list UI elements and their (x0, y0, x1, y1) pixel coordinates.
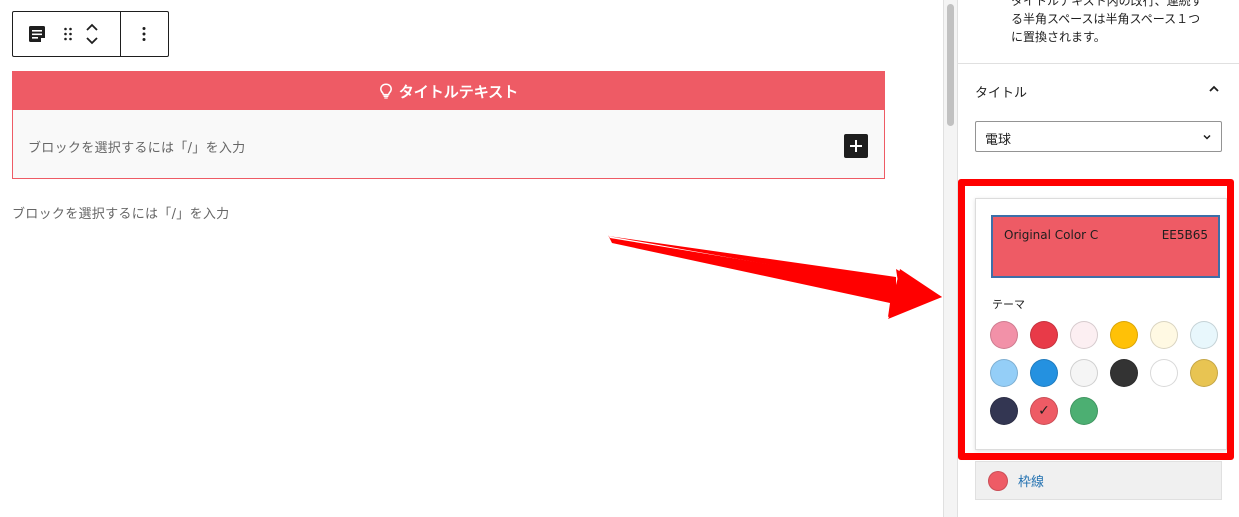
help-text-line: に置換されます。 (1011, 30, 1106, 44)
editor-scrollbar[interactable] (943, 0, 957, 517)
color-swatch[interactable] (1070, 321, 1098, 349)
color-swatch[interactable]: ✓ (1030, 397, 1058, 425)
current-color-hex: EE5B65 (1161, 228, 1208, 242)
check-icon: ✓ (1038, 403, 1050, 419)
drag-handle[interactable] (61, 12, 75, 56)
color-swatch[interactable] (990, 397, 1018, 425)
theme-label: テーマ (992, 298, 1025, 311)
color-swatch[interactable] (1030, 321, 1058, 349)
color-swatch[interactable] (1150, 359, 1178, 387)
block-mover (75, 12, 109, 56)
border-color-control[interactable]: 枠線 (975, 461, 1222, 500)
scrollbar-thumb[interactable] (947, 4, 954, 126)
annotation-arrow (608, 235, 942, 319)
color-swatch[interactable] (1110, 359, 1138, 387)
toolbar-left-group (13, 12, 121, 56)
title-box-body[interactable]: ブロックを選択するには「/」を入力 (13, 110, 884, 178)
help-text: タイトルテキスト内の改行、連続す る半角スペースは半角スペース１つ に置換されま… (1011, 0, 1226, 46)
block-toolbar (12, 11, 169, 57)
color-picker-popover: Original Color C EE5B65 テーマ ✓ (975, 198, 1227, 450)
border-color-label: 枠線 (1018, 475, 1045, 490)
paragraph-block-icon (29, 26, 45, 42)
theme-palette: ✓ (990, 321, 1230, 425)
add-block-button[interactable] (844, 134, 868, 158)
move-down-icon[interactable] (85, 36, 99, 45)
more-options-button[interactable] (121, 12, 168, 56)
title-box-heading[interactable]: タイトルテキスト (399, 81, 519, 102)
color-swatch[interactable] (1070, 397, 1098, 425)
help-text-line: タイトルテキスト内の改行、連続す (1011, 0, 1203, 8)
color-swatch[interactable] (990, 359, 1018, 387)
move-up-icon[interactable] (85, 23, 99, 32)
color-swatch[interactable] (1110, 321, 1138, 349)
icon-select[interactable]: 電球 (975, 121, 1222, 152)
chevron-down-icon (1203, 134, 1211, 140)
drag-handle-icon (64, 27, 72, 41)
color-swatch[interactable] (1190, 359, 1218, 387)
color-swatch[interactable] (990, 321, 1018, 349)
outer-block-placeholder[interactable]: ブロックを選択するには「/」を入力 (12, 203, 229, 222)
chevron-up-icon[interactable] (1207, 82, 1221, 96)
current-color-swatch[interactable]: Original Color C EE5B65 (991, 215, 1220, 278)
icon-select-value: 電球 (985, 133, 1012, 148)
title-box-header: タイトルテキスト (13, 72, 884, 110)
title-box-block[interactable]: タイトルテキスト ブロックを選択するには「/」を入力 (12, 71, 885, 179)
plus-icon (850, 140, 862, 152)
lightbulb-icon (379, 83, 392, 99)
color-swatch[interactable] (1190, 321, 1218, 349)
color-swatch[interactable] (1070, 359, 1098, 387)
panel-title[interactable]: タイトル (975, 82, 1027, 101)
panel-divider (958, 63, 1239, 64)
color-indicator (988, 470, 1008, 491)
color-swatch[interactable] (1150, 321, 1178, 349)
help-text-line: る半角スペースは半角スペース１つ (1011, 12, 1201, 26)
color-swatch[interactable] (1030, 359, 1058, 387)
inner-block-placeholder[interactable]: ブロックを選択するには「/」を入力 (28, 137, 245, 156)
current-color-name: Original Color C (1004, 228, 1099, 242)
more-vertical-icon (142, 27, 146, 41)
block-type-button[interactable] (13, 12, 61, 56)
